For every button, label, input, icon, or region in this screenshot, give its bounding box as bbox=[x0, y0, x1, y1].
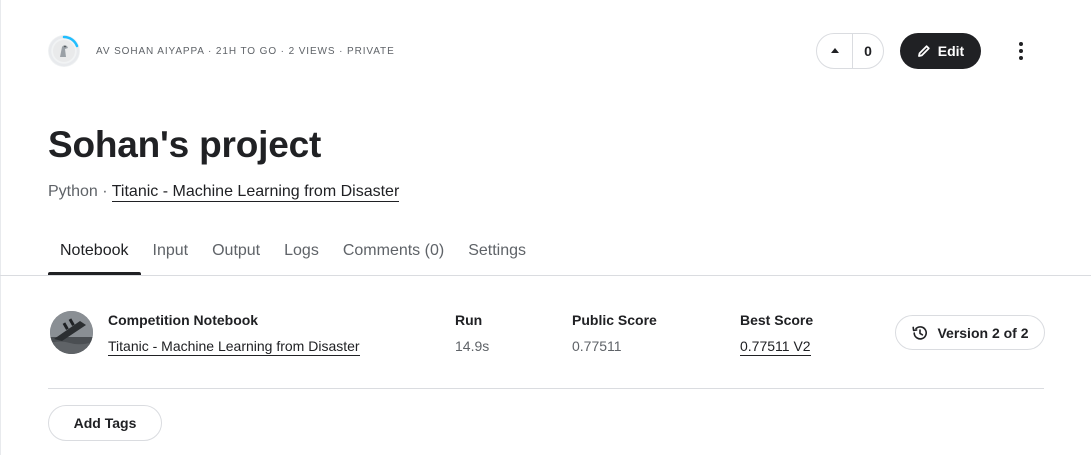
tab-input[interactable]: Input bbox=[141, 231, 201, 275]
best-score-info: Best Score 0.77511 V2 bbox=[740, 312, 814, 356]
competition-name-link[interactable]: Titanic - Machine Learning from Disaster bbox=[108, 338, 360, 356]
notebook-meta-row: AV SOHAN AIYAPPA · 21H TO GO · 2 VIEWS ·… bbox=[48, 34, 395, 68]
edit-button-label: Edit bbox=[937, 43, 965, 59]
competition-info: Competition Notebook Titanic - Machine L… bbox=[108, 312, 360, 356]
competition-thumbnail[interactable] bbox=[50, 311, 93, 354]
tab-comments[interactable]: Comments (0) bbox=[331, 231, 456, 275]
section-divider bbox=[48, 388, 1044, 389]
run-label: Run bbox=[455, 312, 483, 328]
author-avatar[interactable] bbox=[48, 35, 80, 67]
public-score-info: Public Score 0.77511 bbox=[572, 312, 657, 354]
public-score-value: 0.77511 bbox=[572, 338, 622, 354]
tabs-divider bbox=[0, 275, 1091, 276]
author-meta-text: AV SOHAN AIYAPPA · 21H TO GO · 2 VIEWS ·… bbox=[96, 45, 395, 57]
tab-logs[interactable]: Logs bbox=[272, 231, 331, 275]
tab-settings[interactable]: Settings bbox=[456, 231, 538, 275]
caret-up-icon bbox=[830, 48, 839, 53]
pencil-icon bbox=[917, 45, 930, 57]
run-info: Run 14.9s bbox=[455, 312, 489, 354]
add-tags-button[interactable]: Add Tags bbox=[48, 405, 162, 441]
page-left-border bbox=[0, 0, 1, 455]
tab-output[interactable]: Output bbox=[200, 231, 272, 275]
titanic-ship-image bbox=[50, 311, 93, 354]
upvote-widget: 0 bbox=[816, 33, 884, 69]
notebook-tabs: Notebook Input Output Logs Comments (0) … bbox=[48, 231, 538, 275]
competition-type-label: Competition Notebook bbox=[108, 312, 259, 328]
run-value: 14.9s bbox=[455, 338, 490, 354]
best-score-link[interactable]: 0.77511 V2 bbox=[740, 338, 813, 356]
notebook-subtitle: Python · Titanic - Machine Learning from… bbox=[48, 183, 400, 202]
notebook-language: Python bbox=[48, 183, 98, 200]
vote-count: 0 bbox=[864, 43, 872, 59]
more-options-button[interactable] bbox=[1008, 38, 1034, 64]
notebook-title: Sohan's project bbox=[48, 124, 322, 165]
competition-link[interactable]: Titanic - Machine Learning from Disaster bbox=[111, 183, 400, 202]
avatar-progress-ring bbox=[48, 35, 80, 67]
tab-notebook[interactable]: Notebook bbox=[48, 231, 141, 275]
subtitle-separator: · bbox=[97, 183, 112, 200]
more-vertical-icon bbox=[1019, 42, 1023, 46]
history-icon bbox=[912, 325, 928, 340]
edit-button[interactable]: Edit bbox=[900, 33, 981, 69]
version-label: Version 2 of 2 bbox=[937, 324, 1029, 341]
public-score-label: Public Score bbox=[572, 312, 657, 328]
version-history-button[interactable]: Version 2 of 2 bbox=[895, 315, 1045, 350]
upvote-button[interactable] bbox=[817, 34, 853, 68]
best-score-label: Best Score bbox=[740, 312, 814, 328]
